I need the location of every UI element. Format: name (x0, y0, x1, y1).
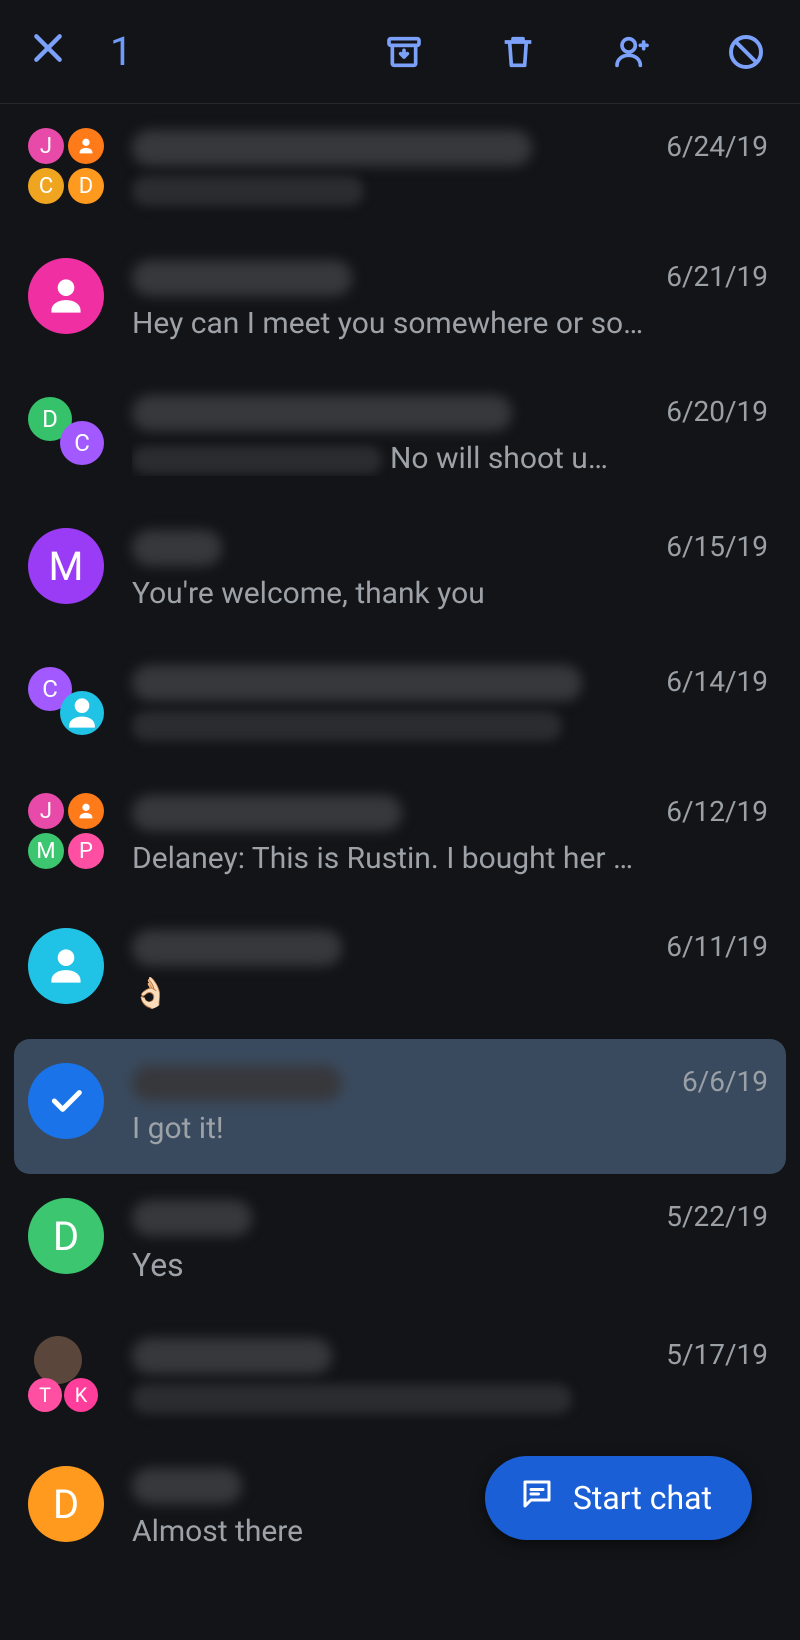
contact-avatar: M (28, 528, 104, 604)
delete-button[interactable] (488, 22, 548, 82)
contact-name-redacted (132, 1065, 342, 1101)
conversation-row[interactable]: JMP Delaney: This is Rustin. I bought her… (0, 769, 800, 904)
message-preview: I got it! (132, 1111, 652, 1146)
message-preview: Hey can I meet you somewhere or so… (132, 306, 652, 341)
conversation-date: 6/24/19 (666, 130, 768, 163)
contact-avatar (28, 928, 104, 1004)
conversation-row[interactable]: DC No will shoot u… 6/20/19 (0, 369, 800, 504)
contact-name-redacted (132, 130, 532, 166)
conversation-row[interactable]: JCD 6/24/19 (0, 104, 800, 234)
message-preview-redacted (132, 1384, 572, 1414)
conversation-date: 6/21/19 (666, 260, 768, 293)
conversation-row[interactable]: 👌🏻 6/11/19 (0, 904, 800, 1039)
conversation-date: 6/20/19 (666, 395, 768, 428)
conversation-row[interactable]: Hey can I meet you somewhere or so… 6/21/… (0, 234, 800, 369)
contact-name-redacted (132, 1468, 242, 1504)
conversation-row[interactable]: TK 5/17/19 (0, 1312, 800, 1442)
selection-toolbar: 1 (0, 0, 800, 104)
contact-name-redacted (132, 930, 342, 966)
message-preview: Yes (132, 1246, 652, 1284)
contact-name-redacted (132, 1338, 332, 1374)
block-button[interactable] (716, 22, 776, 82)
conversation-date: 5/22/19 (666, 1200, 768, 1233)
contact-name-redacted (132, 1200, 252, 1236)
group-avatar: JCD (28, 128, 104, 204)
selected-check-icon (28, 1063, 104, 1139)
conversation-row[interactable]: D Yes 5/22/19 (0, 1174, 800, 1312)
group-avatar: JMP (28, 793, 104, 869)
selected-count: 1 (110, 28, 132, 75)
message-preview: 👌🏻 (132, 976, 652, 1011)
start-chat-fab[interactable]: Start chat (485, 1456, 752, 1540)
conversation-date: 6/6/19 (682, 1065, 768, 1098)
start-chat-label: Start chat (573, 1479, 712, 1517)
conversation-date: 6/11/19 (666, 930, 768, 963)
contact-name-redacted (132, 395, 512, 431)
message-preview: Delaney: This is Rustin. I bought her … (132, 841, 652, 876)
contact-avatar: D (28, 1466, 104, 1542)
conversation-list: JCD 6/24/19 Hey can I meet you somewhere o… (0, 104, 800, 1577)
conversation-row[interactable]: C 6/14/19 (0, 639, 800, 769)
contact-name-redacted (132, 260, 352, 296)
message-preview-redacted (132, 711, 562, 741)
contact-avatar: D (28, 1198, 104, 1274)
conversation-date: 5/17/19 (666, 1338, 768, 1371)
message-preview-redacted (132, 176, 364, 206)
contact-name-redacted (132, 530, 222, 566)
close-selection-button[interactable] (24, 28, 72, 75)
conversation-date: 6/14/19 (666, 665, 768, 698)
message-preview: No will shoot u… (132, 441, 652, 476)
contact-name-redacted (132, 795, 402, 831)
group-avatar: DC (28, 393, 104, 469)
conversation-row[interactable]: I got it! 6/6/19 (14, 1039, 786, 1174)
conversation-row[interactable]: M You're welcome, thank you 6/15/19 (0, 504, 800, 639)
contact-avatar (28, 258, 104, 334)
message-preview: You're welcome, thank you (132, 576, 652, 611)
group-avatar: TK (28, 1336, 104, 1412)
archive-button[interactable] (374, 22, 434, 82)
group-avatar: C (28, 663, 104, 739)
conversation-date: 6/12/19 (666, 795, 768, 828)
conversation-date: 6/15/19 (666, 530, 768, 563)
contact-name-redacted (132, 665, 582, 701)
chat-icon (519, 1476, 555, 1520)
add-contact-button[interactable] (602, 22, 662, 82)
